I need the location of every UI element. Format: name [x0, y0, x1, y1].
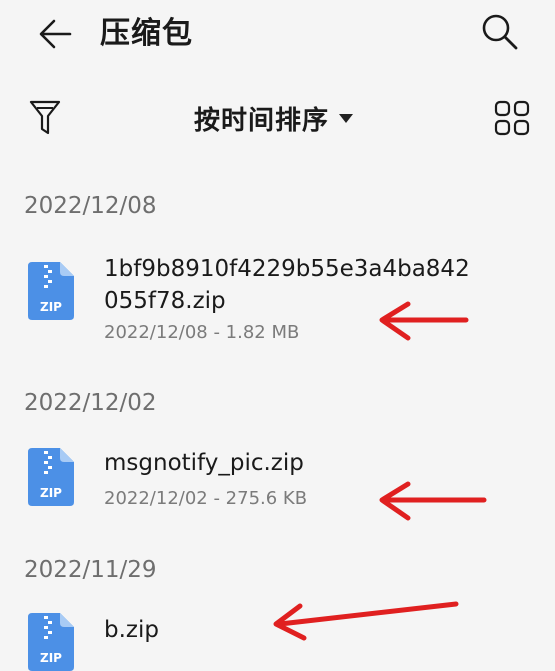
file-name: b.zip [104, 617, 159, 643]
file-meta: 2022/12/02 - 275.6 KB [104, 488, 308, 509]
search-icon[interactable] [478, 10, 522, 54]
zip-file-icon: ZIP [28, 262, 74, 320]
annotation-arrow-icon [379, 481, 487, 521]
date-header: 2022/12/02 [24, 390, 157, 416]
file-meta: 2022/12/08 - 1.82 MB [104, 322, 300, 343]
top-bar: 压缩包 [0, 0, 555, 70]
zip-icon-label: ZIP [40, 651, 62, 665]
file-name: 1bf9b8910f4229b55e3a4ba842 [104, 256, 470, 282]
annotation-arrow-icon [379, 301, 469, 341]
arrow-left-icon[interactable] [36, 14, 76, 54]
grid-view-icon[interactable] [494, 100, 530, 136]
date-header: 2022/11/29 [24, 557, 157, 583]
date-header: 2022/12/08 [24, 193, 157, 219]
zip-icon-label: ZIP [40, 300, 62, 314]
sort-dropdown[interactable]: 按时间排序 [194, 96, 354, 140]
page-title: 压缩包 [100, 16, 193, 51]
file-name: msgnotify_pic.zip [104, 450, 304, 476]
zip-file-icon: ZIP [28, 448, 74, 506]
zip-file-icon: ZIP [28, 613, 74, 671]
sort-label: 按时间排序 [194, 105, 330, 136]
caret-down-icon [339, 113, 354, 123]
filter-icon[interactable] [28, 98, 62, 138]
file-name-continued: 055f78.zip [104, 288, 226, 314]
annotation-arrow-icon [273, 601, 459, 641]
zip-icon-label: ZIP [40, 486, 62, 500]
toolbar: 按时间排序 [0, 88, 555, 148]
